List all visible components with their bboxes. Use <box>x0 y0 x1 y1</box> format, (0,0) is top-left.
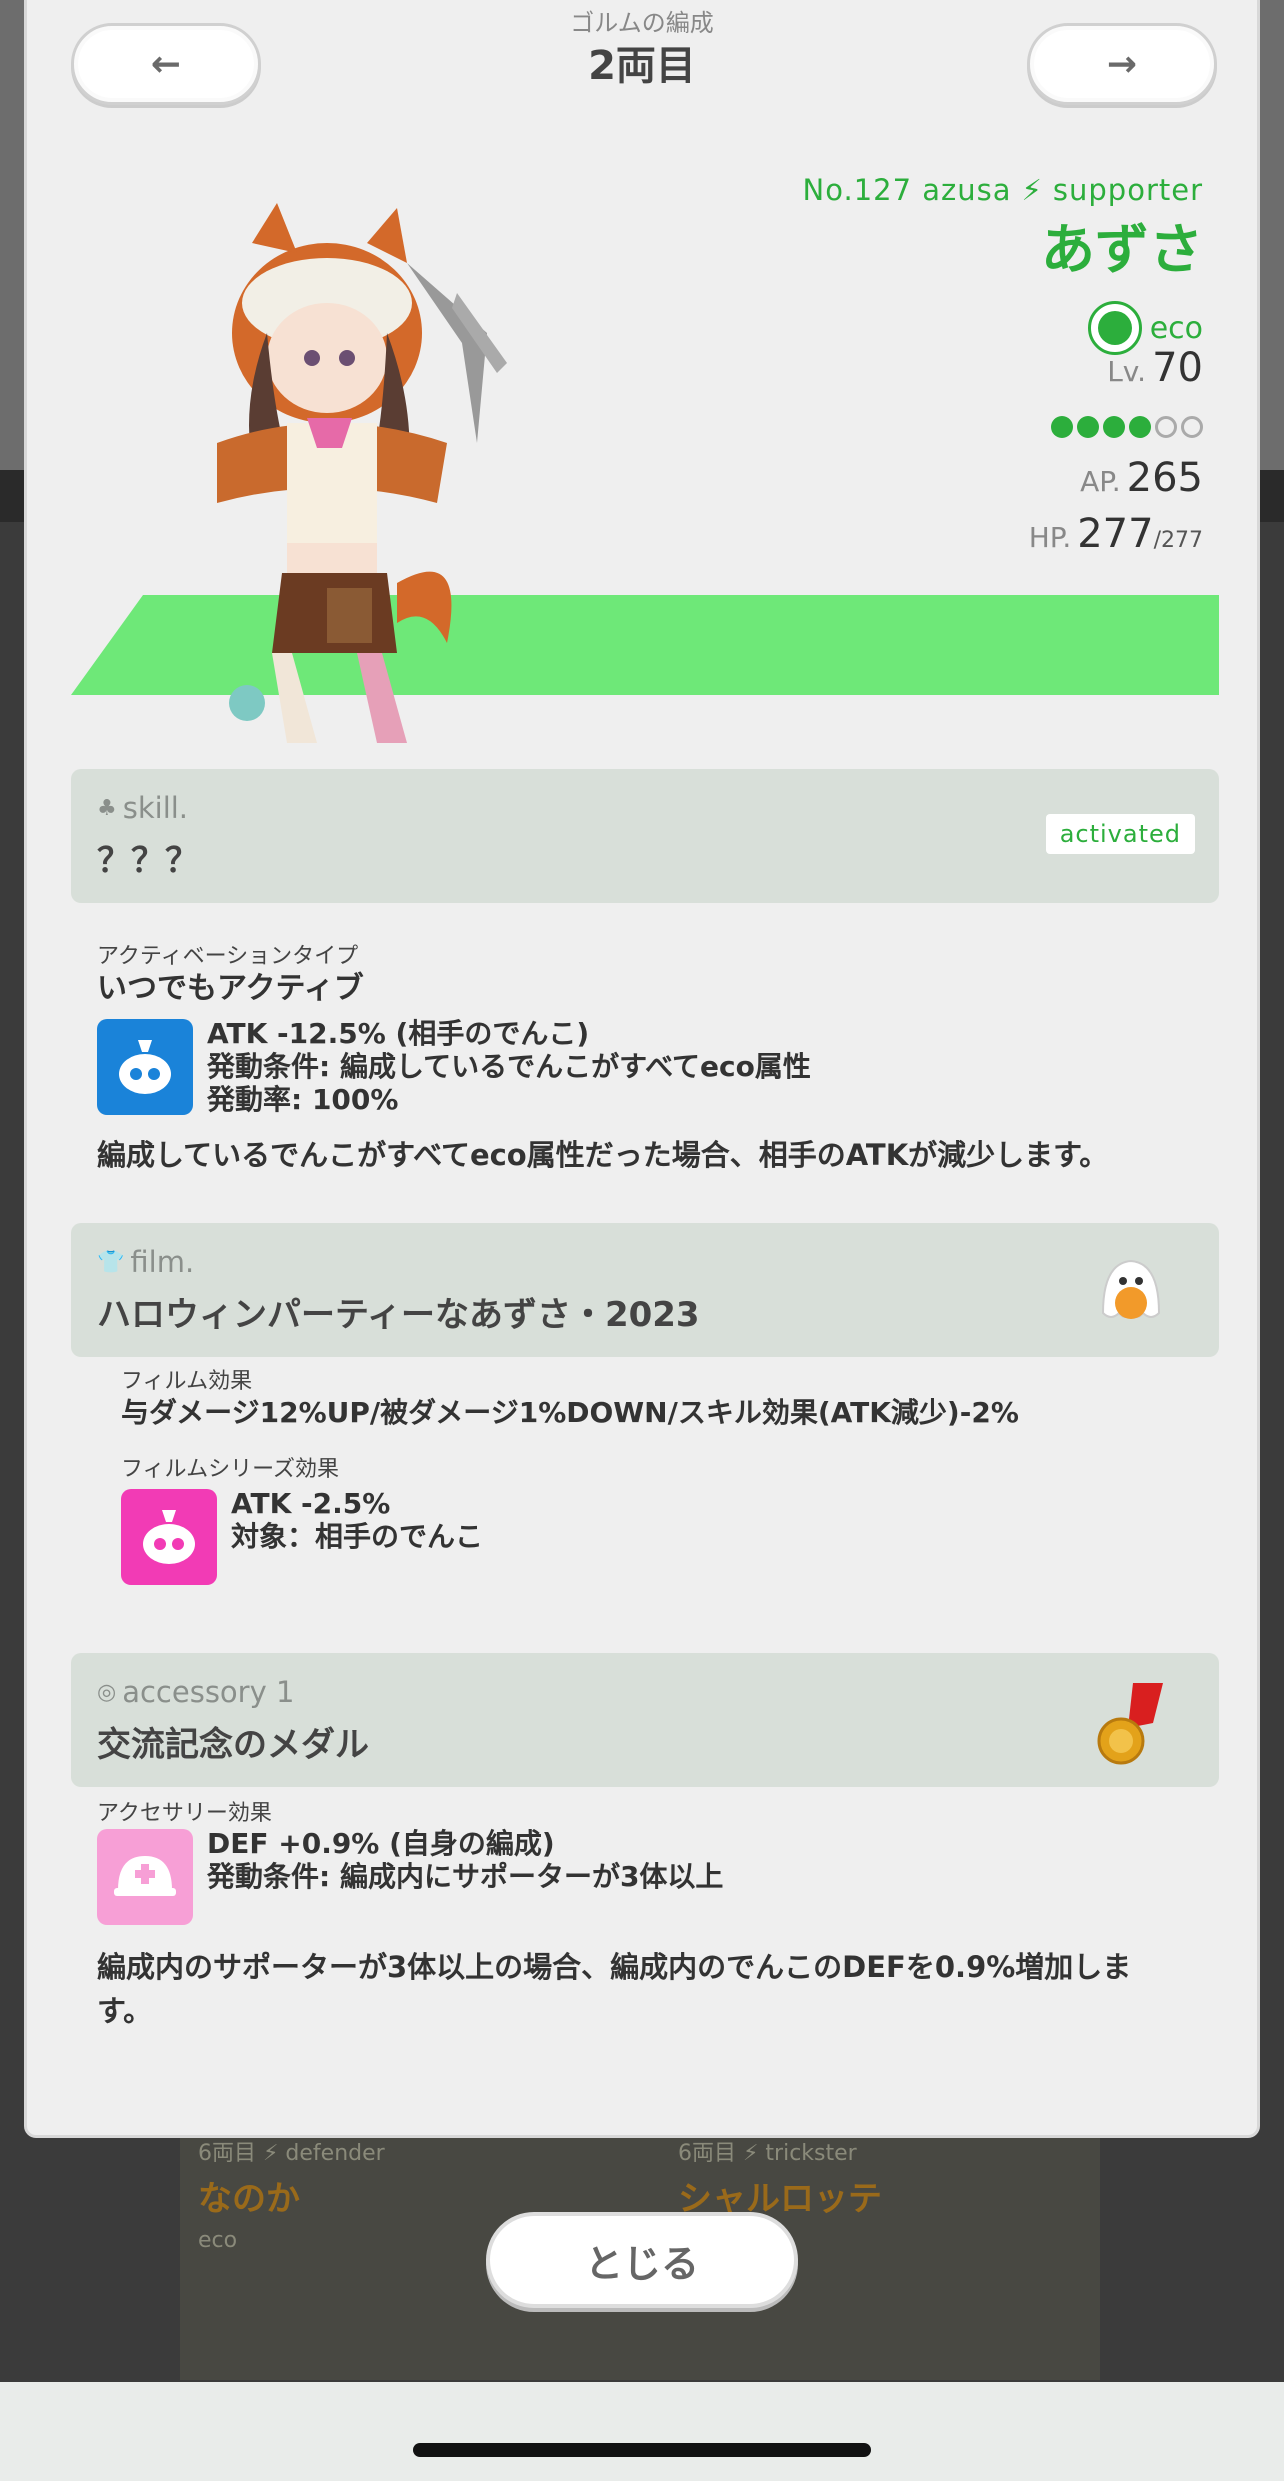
accessory-effect: DEF +0.9% (自身の編成) 発動条件: 編成内にサポーターが3体以上 <box>97 1827 723 1925</box>
ap-label: AP. <box>1080 465 1121 498</box>
hp-value: 277 <box>1077 511 1154 557</box>
attribute-label: eco <box>1149 310 1203 346</box>
skill-icon: ♣ <box>97 795 117 821</box>
hp-max: /277 <box>1153 528 1203 553</box>
background-card-header: 6両目 ⚡ trickster <box>678 2141 857 2166</box>
skill-description: 編成しているでんこがすべてeco属性だった場合、相手のATKが減少します。 <box>97 1138 1109 1172</box>
accessory-effect-text: DEF +0.9% (自身の編成) 発動条件: 編成内にサポーターが3体以上 <box>207 1827 723 1925</box>
film-series-effect: ATK -2.5% 対象：相手のでんこ <box>121 1487 483 1585</box>
accessory-description-line: 編成内のサポーターが3体以上の場合、編成内のでんこのDEFを0.9%増加しま <box>97 1950 1132 1984</box>
accessory-label: ◎ accessory 1 <box>97 1675 294 1709</box>
skill-effect-line: ATK -12.5% (相手のでんこ) <box>207 1017 590 1050</box>
accessory-description-line: す。 <box>97 1994 153 2028</box>
accessory-name: 交流記念のメダル <box>97 1725 369 1765</box>
film-series-text: ATK -2.5% 対象：相手のでんこ <box>231 1487 483 1585</box>
film-name: ハロウィンパーティーなあずさ・2023 <box>97 1295 700 1335</box>
accessory-label-text: accessory 1 <box>122 1675 295 1709</box>
rank-dot-filled <box>1103 416 1125 438</box>
rank-dot-empty <box>1181 416 1203 438</box>
character-portrait <box>217 203 507 743</box>
shirt-icon: 👕 <box>97 1249 125 1275</box>
film-label-text: film. <box>130 1245 195 1279</box>
character-number-role: No.127 azusa ⚡ supporter <box>803 173 1203 207</box>
close-button[interactable]: とじる <box>486 2212 798 2308</box>
background-card-header: 6両目 ⚡ defender <box>198 2141 385 2166</box>
arrow-right-icon: → <box>1106 43 1138 85</box>
hp: HP. 277/277 <box>1029 511 1203 557</box>
skill-effect-line: 発動率: 100% <box>207 1083 399 1116</box>
bolt-icon: ⚡ <box>1021 173 1043 207</box>
skill-effect: ATK -12.5% (相手のでんこ) 発動条件: 編成しているでんこがすべてe… <box>97 1017 811 1116</box>
level-value: 70 <box>1152 345 1203 391</box>
film-effect: 与ダメージ12%UP/被ダメージ1%DOWN/スキル効果(ATK減少)-2% <box>121 1396 1019 1429</box>
accessory-effect-line: 発動条件: 編成内にサポーターが3体以上 <box>207 1860 724 1893</box>
skill-effect-line: 発動条件: 編成しているでんこがすべてeco属性 <box>207 1050 811 1083</box>
ap: AP. 265 <box>1080 455 1203 501</box>
rank-dot-filled <box>1051 416 1073 438</box>
skill-effect-text: ATK -12.5% (相手のでんこ) 発動条件: 編成しているでんこがすべてe… <box>207 1017 811 1116</box>
accessory-section[interactable]: ◎ accessory 1 交流記念のメダル <box>71 1653 1219 1787</box>
film-series-label: フィルムシリーズ効果 <box>121 1457 340 1482</box>
atk-down-icon <box>97 1019 193 1115</box>
skill-status-badge: activated <box>1045 814 1195 854</box>
skill-name: ？？？ <box>97 841 199 881</box>
accessory-effect-line: DEF +0.9% (自身の編成) <box>207 1827 555 1860</box>
accessory-description: 編成内のサポーターが3体以上の場合、編成内のでんこのDEFを0.9%増加しま す… <box>97 1945 1207 2033</box>
accessory-effect-label: アクセサリー効果 <box>97 1801 272 1826</box>
skill-label-text: skill. <box>122 791 189 825</box>
character-name: あずさ <box>1041 218 1203 281</box>
rank-dot-filled <box>1129 416 1151 438</box>
rank-dot-empty <box>1155 416 1177 438</box>
ring-icon: ◎ <box>97 1679 117 1705</box>
halloween-ghost-icon <box>1101 1259 1161 1319</box>
rank-dot-filled <box>1077 416 1099 438</box>
home-indicator[interactable] <box>413 2443 871 2457</box>
skill-label: ♣ skill. <box>97 791 188 825</box>
film-series-line: 対象：相手のでんこ <box>231 1520 484 1553</box>
medal-icon <box>1097 1683 1163 1765</box>
level: Lv. 70 <box>1107 345 1203 391</box>
helmet-heal-icon <box>97 1829 193 1925</box>
rank-dots <box>1051 416 1203 438</box>
skill-section[interactable]: ♣ skill. ？？？ activated <box>71 769 1219 903</box>
film-label: 👕 film. <box>97 1245 194 1279</box>
film-section[interactable]: 👕 film. ハロウィンパーティーなあずさ・2023 <box>71 1223 1219 1357</box>
bottom-safe-area <box>0 2382 1284 2481</box>
film-series-line: ATK -2.5% <box>231 1487 391 1520</box>
character-role: supporter <box>1052 173 1203 207</box>
level-label: Lv. <box>1107 355 1147 388</box>
character-detail-modal: ゴルムの編成 ← 2両目 → No.127 azusa ⚡ supporter あず… <box>24 0 1260 2138</box>
character-number: No.127 azusa <box>802 173 1012 207</box>
ap-value: 265 <box>1126 455 1203 501</box>
hp-label: HP. <box>1028 521 1072 554</box>
atk-down-icon <box>121 1489 217 1585</box>
activation-type: いつでもアクティブ <box>97 971 364 1006</box>
next-car-button[interactable]: → <box>1027 23 1217 105</box>
